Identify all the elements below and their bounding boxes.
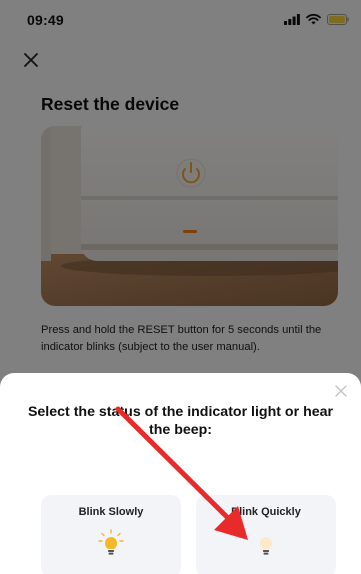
option-label: Blink Slowly — [78, 506, 144, 518]
option-label: Blink Quickly — [231, 506, 301, 518]
sheet-close-icon[interactable] — [334, 384, 348, 398]
option-blink-quickly[interactable]: Blink Quickly — [196, 495, 336, 574]
indicator-status-sheet: Select the status of the indicator light… — [0, 373, 361, 574]
option-blink-slowly[interactable]: Blink Slowly — [41, 495, 181, 574]
bulb-on-icon — [96, 529, 126, 557]
bulb-dim-icon — [251, 529, 281, 557]
sheet-title: Select the status of the indicator light… — [27, 404, 334, 438]
